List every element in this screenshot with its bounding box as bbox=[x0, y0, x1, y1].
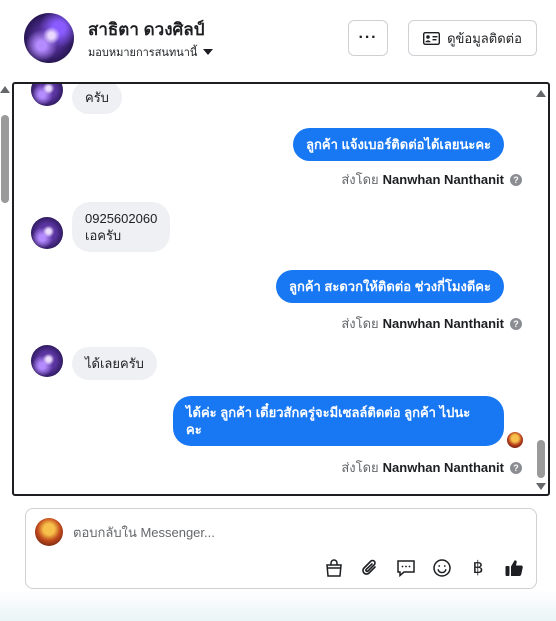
sent-by-label: ส่งโดย Nanwhan Nanthanit ? bbox=[341, 313, 522, 334]
emoji-icon[interactable] bbox=[431, 557, 453, 579]
incoming-message[interactable]: 0925602060 เอครับ bbox=[72, 202, 171, 252]
sent-by-name: Nanwhan Nanthanit bbox=[382, 316, 504, 331]
incoming-message[interactable]: ได้เลยครับ bbox=[72, 347, 157, 380]
contact-name[interactable]: สาธิตา ดวงศิลป์ bbox=[88, 16, 205, 43]
help-icon[interactable]: ? bbox=[510, 317, 522, 330]
page-scrollbar-thumb[interactable] bbox=[1, 115, 9, 203]
more-options-icon: ··· bbox=[358, 29, 378, 46]
conversation-header: สาธิตา ดวงศิลป์ มอบหมายการสนทนานี้ ··· ด… bbox=[0, 0, 556, 80]
sent-by-prefix: ส่งโดย bbox=[341, 172, 379, 187]
sent-by-name: Nanwhan Nanthanit bbox=[382, 172, 504, 187]
reply-input[interactable] bbox=[73, 522, 513, 542]
caret-down-icon bbox=[203, 49, 214, 55]
sent-by-name: Nanwhan Nanthanit bbox=[382, 460, 504, 475]
like-icon[interactable] bbox=[503, 557, 525, 579]
incoming-message[interactable]: ครับ bbox=[72, 84, 122, 114]
sent-by-prefix: ส่งโดย bbox=[341, 460, 379, 475]
page-avatar bbox=[35, 518, 63, 546]
outgoing-message[interactable]: ลูกค้า แจ้งเบอร์ติดต่อได้เลยนะคะ bbox=[293, 128, 504, 161]
shop-bag-icon[interactable] bbox=[323, 557, 345, 579]
message-thread[interactable]: ครับ ลูกค้า แจ้งเบอร์ติดต่อได้เลยนะคะ ส่… bbox=[12, 82, 550, 496]
sent-by-label: ส่งโดย Nanwhan Nanthanit ? bbox=[341, 457, 522, 478]
contact-avatar[interactable] bbox=[24, 13, 74, 63]
thread-scroll-down-arrow[interactable] bbox=[536, 483, 546, 490]
sent-by-label: ส่งโดย Nanwhan Nanthanit ? bbox=[341, 169, 522, 190]
message-line: คะ bbox=[186, 422, 202, 437]
view-contact-info-button[interactable]: ดูข้อมูลติดต่อ bbox=[408, 20, 537, 56]
attachment-icon[interactable] bbox=[359, 557, 381, 579]
more-options-button[interactable]: ··· bbox=[348, 20, 388, 56]
baht-payment-icon[interactable]: ฿ bbox=[467, 557, 489, 579]
sent-by-prefix: ส่งโดย bbox=[341, 316, 379, 331]
thread-scroll-up-arrow[interactable] bbox=[536, 90, 546, 97]
assign-label: มอบหมายการสนทนานี้ bbox=[88, 47, 198, 59]
sender-avatar bbox=[31, 345, 63, 377]
message-line: 0925602060 bbox=[85, 211, 158, 226]
sender-avatar bbox=[31, 217, 63, 249]
outgoing-message[interactable]: ได้ค่ะ ลูกค้า เดี๋ยวสักครู่จะมีเซลล์ติดต… bbox=[173, 396, 504, 446]
sender-avatar bbox=[31, 84, 63, 106]
page-scroll-up-arrow[interactable] bbox=[0, 86, 10, 93]
seen-indicator-avatar bbox=[507, 432, 523, 448]
message-line: ได้ค่ะ ลูกค้า เดี๋ยวสักครู่จะมีเซลล์ติดต… bbox=[186, 405, 471, 420]
view-contact-info-label: ดูข้อมูลติดต่อ bbox=[447, 30, 522, 46]
contact-card-icon bbox=[423, 31, 441, 45]
reply-composer: ฿ bbox=[25, 508, 537, 589]
help-icon[interactable]: ? bbox=[510, 173, 522, 186]
thread-scrollbar-thumb[interactable] bbox=[537, 440, 545, 478]
help-icon[interactable]: ? bbox=[510, 461, 522, 474]
saved-replies-icon[interactable] bbox=[395, 557, 417, 579]
outgoing-message[interactable]: ลูกค้า สะดวกให้ติดต่อ ช่วงกี่โมงดีคะ bbox=[275, 270, 504, 303]
message-line: เอครับ bbox=[85, 228, 122, 243]
assign-conversation-dropdown[interactable]: มอบหมายการสนทนานี้ bbox=[88, 43, 214, 61]
